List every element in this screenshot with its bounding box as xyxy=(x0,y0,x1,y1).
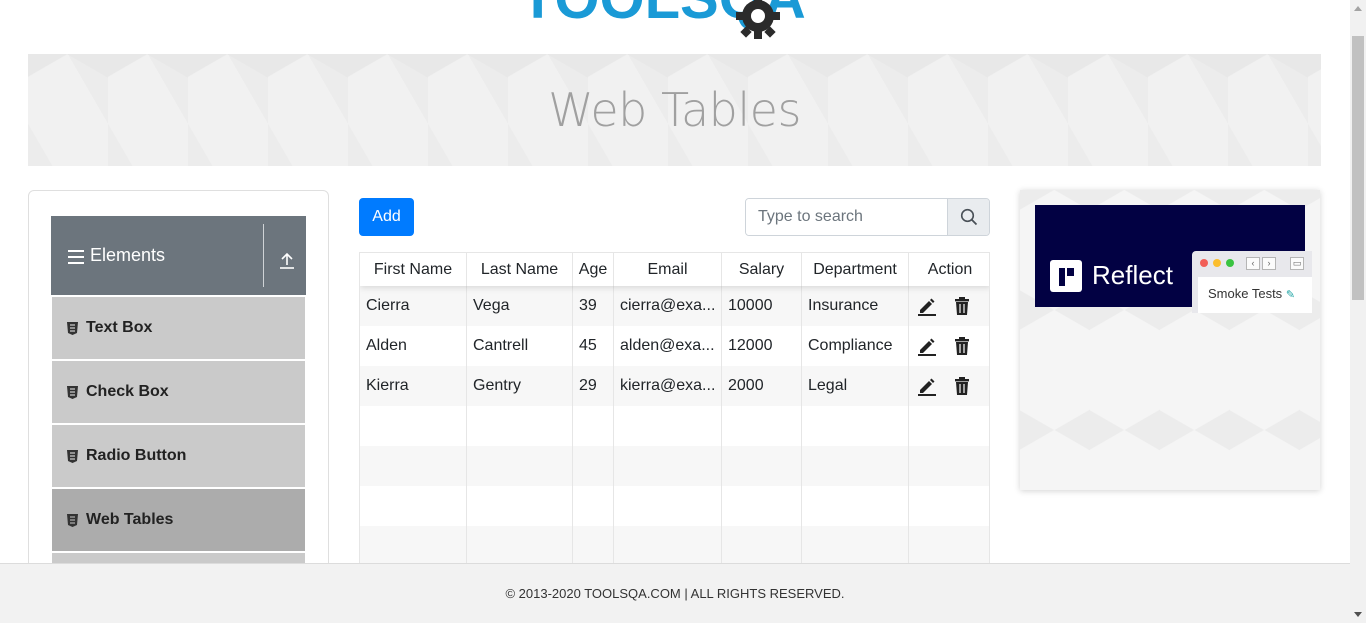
sidebar-toggle-icon: ▭ xyxy=(1290,257,1304,270)
table-header: First Name Last Name Age Email Salary De… xyxy=(360,253,989,286)
web-table: First Name Last Name Age Email Salary De… xyxy=(359,252,990,572)
divider xyxy=(263,224,264,287)
cell-department: Compliance xyxy=(802,326,909,366)
cell-email: kierra@exa... xyxy=(614,366,722,406)
search-button[interactable] xyxy=(947,199,989,235)
cell-last-name: Cantrell xyxy=(467,326,573,366)
ad-brand-name: Reflect xyxy=(1092,260,1173,290)
column-header-first-name[interactable]: First Name xyxy=(360,253,467,286)
cell-salary: 10000 xyxy=(722,286,802,326)
chevron-left-icon: ‹ xyxy=(1246,257,1260,270)
cell-first-name: Kierra xyxy=(360,366,467,406)
cell-action xyxy=(909,366,989,406)
sidebar-item-label: Text Box xyxy=(86,319,153,336)
gear-icon xyxy=(736,0,780,39)
elements-group-header[interactable]: Elements xyxy=(51,216,306,295)
add-record-button[interactable]: Add xyxy=(359,198,414,236)
scroll-up-arrow-icon[interactable] xyxy=(1354,6,1362,11)
ad-card: Smoke Tests ✎ xyxy=(1198,277,1312,313)
cell-age: 29 xyxy=(573,366,614,406)
edit-icon[interactable] xyxy=(917,296,937,316)
reflect-logo-icon xyxy=(1050,260,1082,292)
column-header-email[interactable]: Email xyxy=(614,253,722,286)
edit-icon[interactable] xyxy=(917,336,937,356)
column-header-salary[interactable]: Salary xyxy=(722,253,802,286)
empty-table-row xyxy=(360,406,989,446)
column-header-age[interactable]: Age xyxy=(573,253,614,286)
sidebar-item-text-box[interactable]: Text Box xyxy=(52,297,305,359)
search-icon xyxy=(960,208,977,226)
delete-icon[interactable] xyxy=(953,296,971,316)
html5-icon xyxy=(67,321,78,335)
cell-salary: 12000 xyxy=(722,326,802,366)
delete-icon[interactable] xyxy=(953,376,971,396)
delete-icon[interactable] xyxy=(953,336,971,356)
html5-icon xyxy=(67,385,78,399)
menu-icon xyxy=(68,250,84,268)
sidebar-item-web-tables[interactable]: Web Tables xyxy=(52,489,305,551)
cell-first-name: Cierra xyxy=(360,286,467,326)
sidebar-item-check-box[interactable]: Check Box xyxy=(52,361,305,423)
empty-table-row xyxy=(360,526,989,566)
html5-icon xyxy=(67,449,78,463)
ad-browser-window: ‹ › ▭ Smoke Tests ✎ xyxy=(1192,251,1312,313)
cell-department: Insurance xyxy=(802,286,909,326)
edit-icon[interactable] xyxy=(917,376,937,396)
page: TOOLSQA Web Tables Elements xyxy=(0,0,1366,623)
cell-email: alden@exa... xyxy=(614,326,722,366)
sidebar-item-label: Web Tables xyxy=(86,511,174,528)
table-row: Alden Cantrell 45 alden@exa... 12000 Com… xyxy=(360,326,989,366)
footer: © 2013-2020 TOOLSQA.COM | ALL RIGHTS RES… xyxy=(0,563,1350,623)
ad-card-text: Smoke Tests xyxy=(1208,286,1283,301)
sidebar-item-radio-button[interactable]: Radio Button xyxy=(52,425,305,487)
html5-icon xyxy=(67,513,78,527)
table-row: Cierra Vega 39 cierra@exa... 10000 Insur… xyxy=(360,286,989,326)
search-input[interactable] xyxy=(746,199,947,235)
table-row: Kierra Gentry 29 kierra@exa... 2000 Lega… xyxy=(360,366,989,406)
cell-first-name: Alden xyxy=(360,326,467,366)
column-header-department[interactable]: Department xyxy=(802,253,909,286)
cell-age: 39 xyxy=(573,286,614,326)
toolsqa-logo[interactable]: TOOLSQA xyxy=(520,0,840,44)
search-box xyxy=(745,198,990,236)
cell-age: 45 xyxy=(573,326,614,366)
cell-department: Legal xyxy=(802,366,909,406)
cell-email: cierra@exa... xyxy=(614,286,722,326)
empty-table-row xyxy=(360,486,989,526)
page-scrollbar[interactable] xyxy=(1350,0,1366,623)
cell-action xyxy=(909,286,989,326)
copyright-text: © 2013-2020 TOOLSQA.COM | ALL RIGHTS RES… xyxy=(505,586,845,601)
page-banner: Web Tables xyxy=(28,54,1321,166)
scrollbar-thumb[interactable] xyxy=(1352,36,1364,300)
page-title: Web Tables xyxy=(548,83,801,137)
advertisement[interactable]: Reflect ‹ › ▭ Smoke Tests ✎ xyxy=(1020,190,1320,490)
empty-table-row xyxy=(360,446,989,486)
cell-last-name: Vega xyxy=(467,286,573,326)
ad-banner: Reflect ‹ › ▭ Smoke Tests ✎ xyxy=(1035,205,1312,313)
scroll-down-arrow-icon[interactable] xyxy=(1354,612,1362,617)
collapse-up-icon[interactable] xyxy=(279,252,295,270)
sidebar-item-label: Check Box xyxy=(86,383,169,400)
group-title: Elements xyxy=(90,245,166,265)
sidebar-item-label: Radio Button xyxy=(86,447,187,464)
cell-salary: 2000 xyxy=(722,366,802,406)
column-header-last-name[interactable]: Last Name xyxy=(467,253,573,286)
pencil-icon: ✎ xyxy=(1285,289,1296,301)
cell-last-name: Gentry xyxy=(467,366,573,406)
cell-action xyxy=(909,326,989,366)
sidebar: Elements Text Box Check Box Radio Button… xyxy=(28,190,329,610)
chevron-right-icon: › xyxy=(1262,257,1276,270)
column-header-action: Action xyxy=(927,260,973,278)
